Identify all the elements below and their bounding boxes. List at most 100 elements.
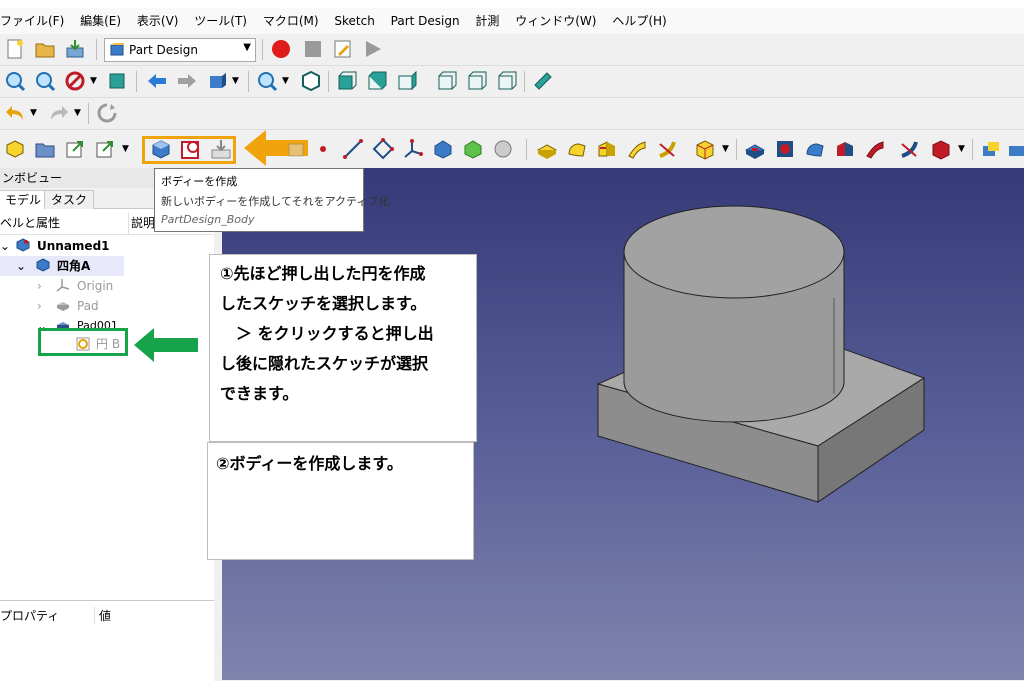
note-line: し後に隠れたスケッチが選択: [220, 354, 429, 373]
back-arrow-icon[interactable]: [146, 70, 168, 92]
create-body-icon[interactable]: [150, 138, 172, 160]
shape-binder-blue-icon[interactable]: [432, 138, 454, 160]
chevron-down-icon[interactable]: ⌄: [0, 236, 10, 256]
subtractive-helix-icon[interactable]: [898, 138, 920, 160]
new-document-icon[interactable]: [4, 38, 26, 60]
part-icon[interactable]: [4, 138, 26, 160]
sub-shape-binder-icon[interactable]: [462, 138, 484, 160]
link-icon[interactable]: [64, 138, 86, 160]
datum-plane-icon[interactable]: [372, 138, 394, 160]
fit-all-icon[interactable]: [4, 70, 26, 92]
local-coordinate-system-icon[interactable]: [402, 138, 424, 160]
tree-item-label: 四角A: [57, 259, 91, 273]
revolution-icon[interactable]: [566, 138, 588, 160]
note-line: できます。: [220, 384, 299, 403]
value-column-header: 値: [94, 607, 111, 624]
menu-tools[interactable]: ツール(T): [188, 8, 253, 34]
sync-view-icon[interactable]: [206, 70, 228, 92]
datum-point-icon[interactable]: [312, 138, 334, 160]
workbench-selector[interactable]: Part Design ▼: [104, 38, 256, 62]
origin-axes-icon: [56, 279, 70, 292]
additive-box-icon[interactable]: [694, 138, 716, 160]
rear-view-icon[interactable]: [436, 70, 458, 92]
draw-style-icon[interactable]: [64, 70, 86, 92]
subtractive-box-icon[interactable]: [930, 138, 952, 160]
bottom-view-icon[interactable]: [466, 70, 488, 92]
part-design-toolbar: ▼ ▼ ▼: [0, 130, 1024, 169]
menu-sketch[interactable]: Sketch: [328, 8, 380, 34]
note-line: ＞ をクリックすると押し出: [220, 324, 434, 343]
part-design-workbench-icon: [110, 43, 125, 56]
additive-loft-icon[interactable]: [596, 138, 618, 160]
run-macro-icon[interactable]: [362, 38, 384, 60]
body-icon: [36, 258, 50, 272]
menu-window[interactable]: ウィンドウ(W): [509, 8, 602, 34]
front-view-icon[interactable]: [336, 70, 358, 92]
right-view-icon[interactable]: [396, 70, 418, 92]
clone-icon[interactable]: [492, 138, 514, 160]
chevron-down-icon[interactable]: ▼: [232, 76, 239, 86]
record-macro-icon[interactable]: [270, 38, 292, 60]
isometric-view-icon[interactable]: [300, 70, 322, 92]
chevron-down-icon[interactable]: ▼: [74, 108, 81, 118]
refresh-icon[interactable]: [96, 102, 118, 124]
chevron-down-icon[interactable]: ▼: [90, 76, 97, 86]
tree-item-label: Origin: [77, 279, 114, 293]
subtractive-loft-icon[interactable]: [834, 138, 856, 160]
menu-view[interactable]: 表示(V): [131, 8, 185, 34]
make-link-icon[interactable]: [94, 138, 116, 160]
chevron-down-icon[interactable]: ▼: [30, 108, 37, 118]
tree-item-body[interactable]: ⌄ 四角A: [0, 256, 124, 276]
subtractive-pipe-icon[interactable]: [864, 138, 886, 160]
groove-icon[interactable]: [804, 138, 826, 160]
sketch-icon: [76, 337, 90, 351]
chevron-down-icon[interactable]: ▼: [722, 144, 729, 154]
title-bar-fragment: [0, 0, 1024, 8]
menu-measure[interactable]: 計測: [469, 8, 505, 34]
stop-macro-icon[interactable]: [302, 38, 324, 60]
chevron-down-icon[interactable]: ▼: [122, 144, 129, 154]
fit-selection-icon[interactable]: [34, 70, 56, 92]
note-line: ①先ほど押し出した円を作成: [220, 264, 426, 283]
validate-sketch-icon[interactable]: [210, 138, 232, 160]
tab-task[interactable]: タスク: [44, 190, 95, 209]
note-line: したスケッチを選択します。: [220, 294, 427, 313]
bounding-box-icon[interactable]: [106, 70, 128, 92]
menu-edit[interactable]: 編集(E): [74, 8, 127, 34]
chevron-right-icon[interactable]: ›: [37, 276, 42, 296]
open-folder-icon[interactable]: [34, 38, 56, 60]
tooltip-title: ボディーを作成: [161, 175, 238, 188]
zoom-icon[interactable]: [256, 70, 278, 92]
pocket-icon[interactable]: [744, 138, 766, 160]
datum-line-icon[interactable]: [342, 138, 364, 160]
create-sketch-icon[interactable]: [180, 138, 202, 160]
boolean-icon[interactable]: [980, 138, 1002, 160]
top-view-icon[interactable]: [366, 70, 388, 92]
pad-icon[interactable]: [536, 138, 558, 160]
additive-pipe-icon[interactable]: [626, 138, 648, 160]
green-arrow-pointer: [134, 328, 198, 362]
chevron-right-icon[interactable]: ›: [37, 296, 42, 316]
additive-helix-icon[interactable]: [656, 138, 678, 160]
chevron-down-icon[interactable]: ▼: [958, 144, 965, 154]
menu-macro[interactable]: マクロ(M): [257, 8, 325, 34]
menu-help[interactable]: ヘルプ(H): [606, 8, 672, 34]
redo-icon[interactable]: [48, 102, 70, 124]
tab-model[interactable]: モデル: [0, 190, 49, 209]
measure-ruler-icon[interactable]: [532, 70, 554, 92]
save-icon[interactable]: [64, 38, 86, 60]
property-column-header: プロパティ: [0, 609, 60, 623]
group-folder-icon[interactable]: [34, 138, 56, 160]
document-icon: [16, 238, 30, 252]
chevron-down-icon[interactable]: ▼: [282, 76, 289, 86]
hole-icon[interactable]: [774, 138, 796, 160]
undo-icon[interactable]: [4, 102, 26, 124]
menu-file[interactable]: ファイル(F): [0, 8, 70, 34]
shape-binder-icon[interactable]: [286, 138, 308, 160]
chevron-down-icon[interactable]: ⌄: [16, 256, 26, 276]
menu-part-design[interactable]: Part Design: [385, 8, 466, 34]
fillet-icon[interactable]: [1006, 138, 1024, 160]
edit-macro-icon[interactable]: [332, 38, 354, 60]
forward-arrow-icon[interactable]: [176, 70, 198, 92]
left-view-icon[interactable]: [496, 70, 518, 92]
